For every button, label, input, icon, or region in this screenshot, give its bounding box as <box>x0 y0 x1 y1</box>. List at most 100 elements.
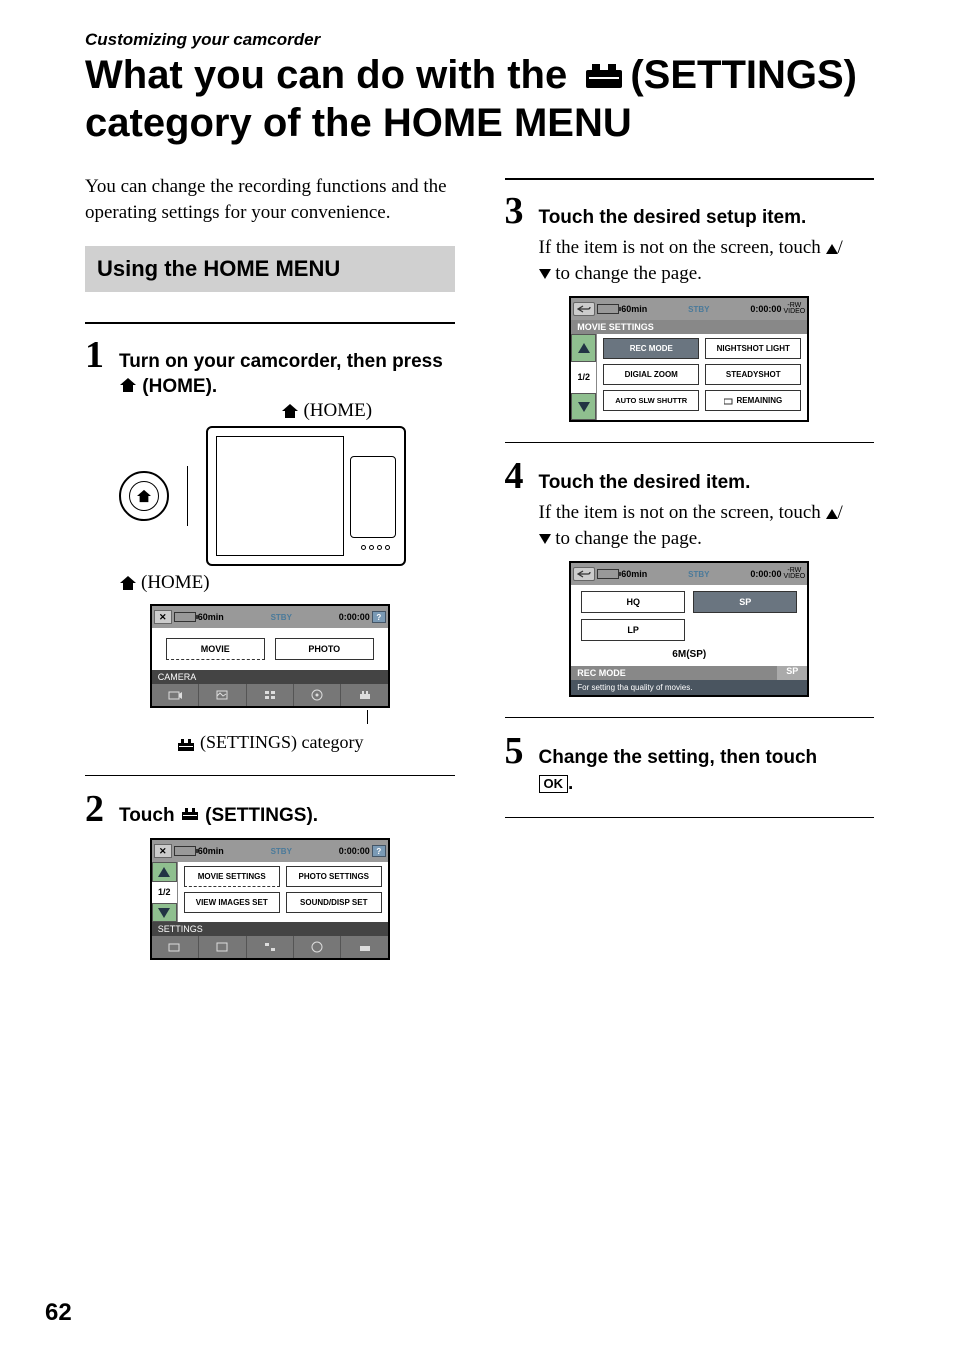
back-icon[interactable] <box>573 567 595 581</box>
step5-text-a: Change the setting, then touch <box>539 747 818 768</box>
home-icon <box>119 375 137 401</box>
lcd4-stby: STBY <box>688 570 709 579</box>
page-down-button[interactable] <box>571 393 596 421</box>
step4-desc-c: to change the page. <box>551 528 702 549</box>
help-icon[interactable]: ? <box>372 845 386 857</box>
intro-text: You can change the recording functions a… <box>85 174 455 225</box>
settings-toolbox-icon <box>582 54 626 100</box>
cat-others-icon[interactable] <box>247 684 294 706</box>
step2-text-b: (SETTINGS). <box>200 805 318 826</box>
breadcrumb: Customizing your camcorder <box>85 30 874 50</box>
step5-text-b: . <box>568 773 573 794</box>
lcd2-batt: 60min <box>198 846 224 856</box>
page-indicator: 1/2 <box>571 362 596 393</box>
down-triangle-icon <box>539 534 551 544</box>
step4-desc: If the item is not on the screen, touch … <box>539 500 875 551</box>
lcd4-mid: 6M(SP) <box>571 647 807 666</box>
disc-type-icon: -RW VIDEO <box>783 303 805 316</box>
settings-toolbox-icon <box>180 803 200 829</box>
back-icon[interactable] <box>573 302 595 316</box>
cat-camera-icon[interactable] <box>152 936 199 958</box>
sound-disp-button[interactable]: SOUND/DISP SET <box>286 892 382 913</box>
photo-settings-button[interactable]: PHOTO SETTINGS <box>286 866 382 887</box>
home-label-top: (HOME) <box>281 400 372 422</box>
step3-desc-c: to change the page. <box>551 263 702 284</box>
settings-category-caption: (SETTINGS) category <box>85 732 455 754</box>
camcorder-illustration <box>206 426 406 566</box>
lcd4-batt: 60min <box>621 569 647 579</box>
remaining-label: REMAINING <box>736 396 782 405</box>
view-images-button[interactable]: VIEW IMAGES SET <box>184 892 280 913</box>
step-text: Touch the desired setup item. <box>539 205 807 231</box>
step-3: 3 Touch the desired setup item. If the i… <box>505 192 875 422</box>
page-title: What you can do with the (SETTINGS) cate… <box>85 52 874 146</box>
step-number: 1 <box>85 336 109 374</box>
step3-desc-b: / <box>838 237 843 258</box>
page-up-button[interactable] <box>571 334 596 362</box>
cat-view-icon[interactable] <box>199 684 246 706</box>
settings-caption-text: (SETTINGS) category <box>200 732 363 752</box>
auto-slow-shutter-button[interactable]: AUTO SLW SHUTTR <box>603 390 699 411</box>
close-icon[interactable]: ✕ <box>154 610 172 624</box>
lcd-movie-settings: 60min STBY 0:00:00 -RW VIDEO MOVIE SETTI… <box>569 296 809 422</box>
cat-disc-icon[interactable] <box>294 936 341 958</box>
page-indicator: 1/2 <box>152 882 177 903</box>
up-triangle-icon <box>826 244 838 254</box>
sp-button[interactable]: SP <box>693 591 797 613</box>
digital-zoom-button[interactable]: DIGIAL ZOOM <box>603 364 699 385</box>
step-number: 2 <box>85 790 109 828</box>
page-number: 62 <box>45 1299 72 1327</box>
pointer-line <box>150 714 390 728</box>
lcd-rec-mode: 60min STBY 0:00:00 -RW VIDEO HQ SP LP <box>569 561 809 697</box>
nightshot-button[interactable]: NIGHTSHOT LIGHT <box>705 338 801 359</box>
lcd1-timer: 0:00:00 <box>339 612 370 622</box>
step-1: 1 Turn on your camcorder, then press (HO… <box>85 336 455 755</box>
step-5: 5 Change the setting, then touch OK. <box>505 732 875 796</box>
lcd4-timer: 0:00:00 <box>750 569 781 579</box>
step3-desc: If the item is not on the screen, touch … <box>539 235 875 286</box>
lcd2-stby: STBY <box>271 847 292 856</box>
movie-settings-button[interactable]: MOVIE SETTINGS <box>184 866 280 887</box>
divider <box>505 717 875 718</box>
movie-button[interactable]: MOVIE <box>166 638 265 660</box>
lcd4-footer: For setting tha quality of movies. <box>571 680 807 695</box>
lcd3-header: MOVIE SETTINGS <box>571 320 807 334</box>
photo-button[interactable]: PHOTO <box>275 638 374 660</box>
rec-mode-button[interactable]: REC MODE <box>603 338 699 359</box>
battery-icon <box>174 846 196 856</box>
lp-button[interactable]: LP <box>581 619 685 641</box>
cat-camera-icon[interactable] <box>152 684 199 706</box>
home-label-bottom: (HOME) <box>119 572 455 594</box>
disc-type-icon: -RW VIDEO <box>783 568 805 581</box>
section-heading: Using the HOME MENU <box>85 246 455 292</box>
step4-desc-b: / <box>838 502 843 523</box>
hq-button[interactable]: HQ <box>581 591 685 613</box>
down-triangle-icon <box>539 269 551 279</box>
sp-indicator: SP <box>777 666 807 680</box>
battery-icon <box>174 612 196 622</box>
divider <box>505 178 875 180</box>
cat-settings-icon[interactable] <box>341 684 387 706</box>
step-number: 4 <box>505 457 529 495</box>
page-up-button[interactable] <box>152 862 177 882</box>
step1-text-b: (HOME). <box>137 376 217 397</box>
cat-settings-icon[interactable] <box>341 936 387 958</box>
steadyshot-button[interactable]: STEADYSHOT <box>705 364 801 385</box>
help-icon[interactable]: ? <box>372 611 386 623</box>
step2-text-a: Touch <box>119 805 180 826</box>
lcd1-batt: 60min <box>198 612 224 622</box>
lcd1-category-label: CAMERA <box>152 670 388 684</box>
lcd3-timer: 0:00:00 <box>750 304 781 314</box>
step-2: 2 Touch (SETTINGS). ✕ 60min STBY 0:00:0 <box>85 790 455 961</box>
page-down-button[interactable] <box>152 903 177 923</box>
lcd3-batt: 60min <box>621 304 647 314</box>
cat-view-icon[interactable] <box>199 936 246 958</box>
close-icon[interactable]: ✕ <box>154 844 172 858</box>
lcd2-category-label: SETTINGS <box>152 922 388 936</box>
cat-others-icon[interactable] <box>247 936 294 958</box>
cat-disc-icon[interactable] <box>294 684 341 706</box>
remaining-button[interactable]: REMAINING <box>705 390 801 411</box>
divider <box>505 442 875 443</box>
step-number: 5 <box>505 732 529 770</box>
lcd1-stby: STBY <box>271 613 292 622</box>
